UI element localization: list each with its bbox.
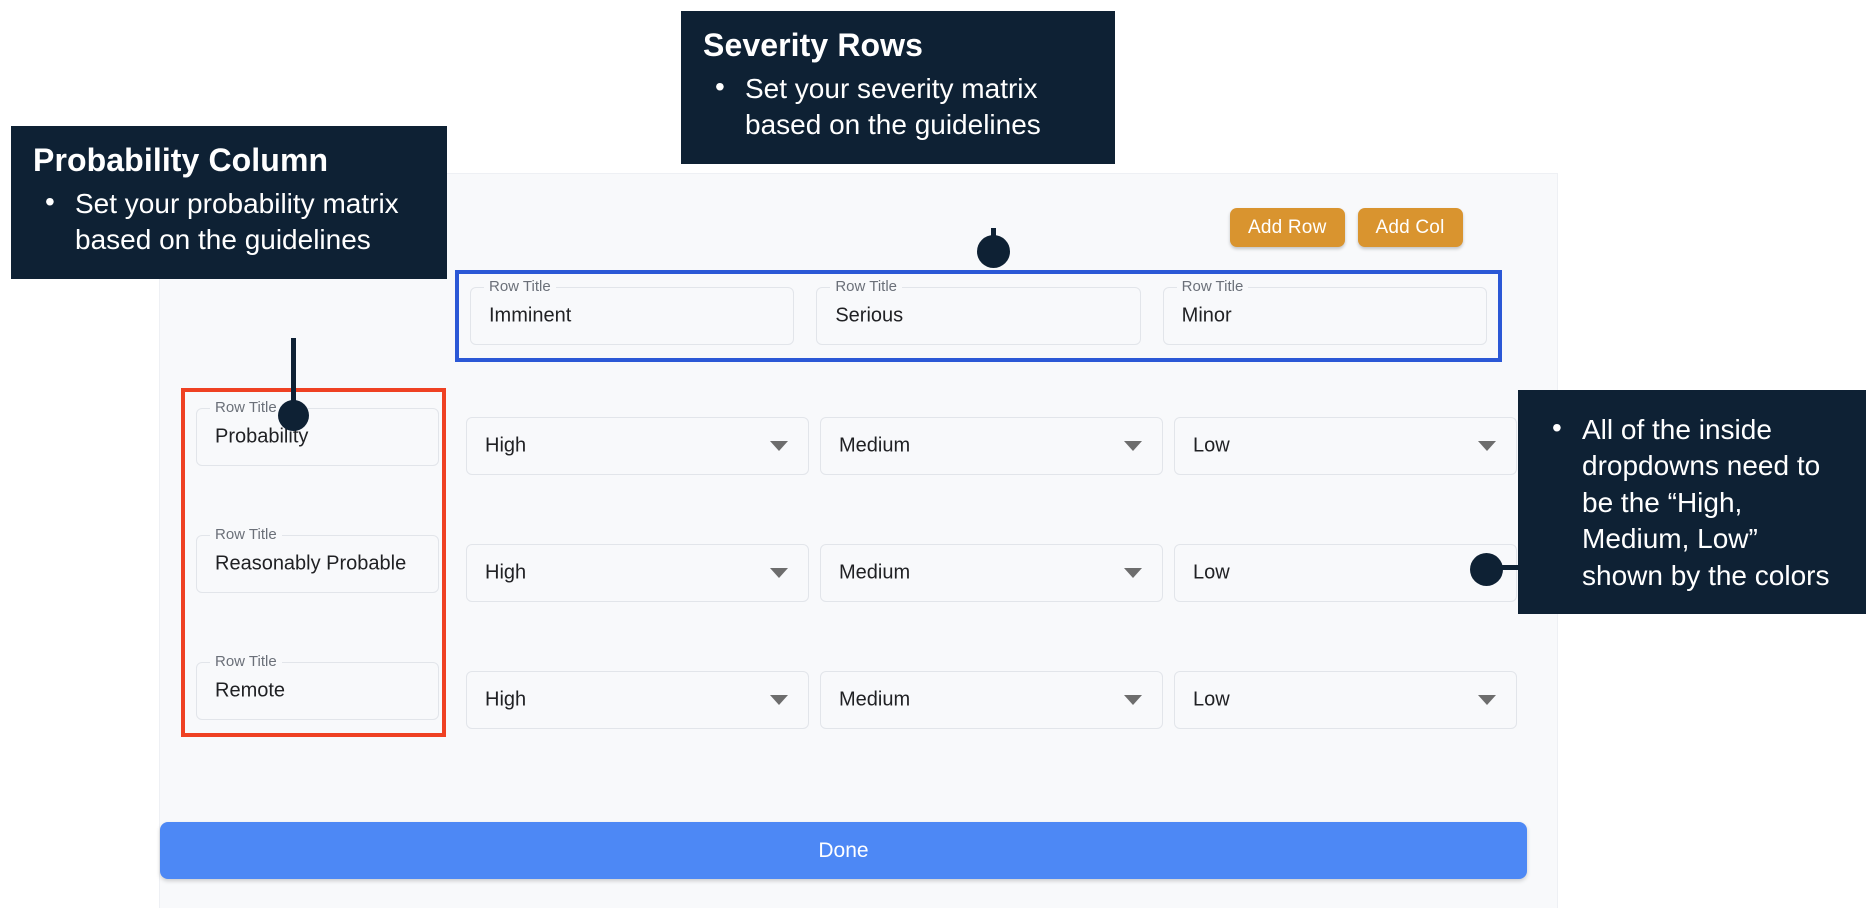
matrix-dropdown-r2c0[interactable]: High <box>466 671 809 729</box>
field-value: Imminent <box>489 305 571 328</box>
chevron-down-icon <box>1124 568 1142 578</box>
severity-row: Row Title Imminent Row Title Serious Row… <box>459 274 1498 358</box>
field-value: Serious <box>835 305 903 328</box>
dropdown-control[interactable]: Low <box>1174 671 1517 729</box>
callout-connector-dot-severity <box>977 235 1010 268</box>
dropdown-value: High <box>485 562 526 585</box>
severity-matrix-group: High Medium Low High Medium Low <box>455 403 1502 737</box>
callout-bullet: Set your probability matrix based on the… <box>33 186 425 259</box>
matrix-dropdown-r1c1[interactable]: Medium <box>820 544 1163 602</box>
chevron-down-icon <box>1124 441 1142 451</box>
field-value: Minor <box>1182 305 1232 328</box>
severity-cell-2: Row Title Minor <box>1152 287 1498 345</box>
severity-columns-group: Row Title Imminent Row Title Serious Row… <box>455 270 1502 362</box>
dropdown-value: Medium <box>839 435 910 458</box>
matrix-dropdown-r0c2[interactable]: Low <box>1174 417 1517 475</box>
dropdown-value: Low <box>1193 562 1230 585</box>
matrix-dropdown-r1c2[interactable]: Low <box>1174 544 1517 602</box>
done-button[interactable]: Done <box>160 822 1527 879</box>
callout-severity-rows: Severity Rows Set your severity matrix b… <box>681 11 1115 164</box>
probability-column-group: Row Title Probability Row Title Reasonab… <box>181 388 446 737</box>
callout-probability-column: Probability Column Set your probability … <box>11 126 447 279</box>
dropdown-value: Medium <box>839 562 910 585</box>
field-value: Remote <box>215 680 285 703</box>
matrix-dropdown-r2c2[interactable]: Low <box>1174 671 1517 729</box>
callout-connector-dot-dropdowns <box>1470 553 1503 586</box>
chevron-down-icon <box>1124 695 1142 705</box>
chevron-down-icon <box>1478 441 1496 451</box>
severity-field-minor[interactable]: Row Title Minor <box>1163 287 1487 345</box>
callout-bullet: All of the inside dropdowns need to be t… <box>1540 412 1846 594</box>
callout-bullet: Set your severity matrix based on the gu… <box>703 71 1093 144</box>
probability-field-reasonably-probable[interactable]: Row Title Reasonably Probable <box>196 535 439 593</box>
dropdown-control[interactable]: High <box>466 417 809 475</box>
dropdown-control[interactable]: Low <box>1174 544 1517 602</box>
severity-field-imminent[interactable]: Row Title Imminent <box>470 287 794 345</box>
field-legend: Row Title <box>1177 279 1249 294</box>
probability-field-remote[interactable]: Row Title Remote <box>196 662 439 720</box>
dropdown-value: Low <box>1193 435 1230 458</box>
matrix-dropdown-r1c0[interactable]: High <box>466 544 809 602</box>
field-legend: Row Title <box>210 654 282 669</box>
severity-cell-0: Row Title Imminent <box>459 287 805 345</box>
callout-bullet-list: Set your probability matrix based on the… <box>33 186 425 259</box>
field-legend: Row Title <box>830 279 902 294</box>
matrix-dropdown-r2c1[interactable]: Medium <box>820 671 1163 729</box>
chevron-down-icon <box>770 695 788 705</box>
dropdown-control[interactable]: Low <box>1174 417 1517 475</box>
add-col-button[interactable]: Add Col <box>1358 208 1463 247</box>
chevron-down-icon <box>770 568 788 578</box>
callout-inside-dropdowns: All of the inside dropdowns need to be t… <box>1518 390 1866 614</box>
dropdown-control[interactable]: High <box>466 671 809 729</box>
add-row-button[interactable]: Add Row <box>1230 208 1345 247</box>
chevron-down-icon <box>1478 695 1496 705</box>
chevron-down-icon <box>770 441 788 451</box>
severity-field-serious[interactable]: Row Title Serious <box>816 287 1140 345</box>
callout-bullet-list: Set your severity matrix based on the gu… <box>703 71 1093 144</box>
field-value: Reasonably Probable <box>215 553 406 576</box>
dropdown-control[interactable]: Medium <box>820 544 1163 602</box>
dropdown-value: High <box>485 435 526 458</box>
severity-cell-1: Row Title Serious <box>805 287 1151 345</box>
field-legend: Row Title <box>210 527 282 542</box>
field-legend: Row Title <box>484 279 556 294</box>
probability-field-probability[interactable]: Row Title Probability <box>196 408 439 466</box>
matrix-dropdown-r0c1[interactable]: Medium <box>820 417 1163 475</box>
callout-connector-dot-probability <box>278 400 309 431</box>
dropdown-control[interactable]: Medium <box>820 417 1163 475</box>
dropdown-control[interactable]: High <box>466 544 809 602</box>
dropdown-value: Low <box>1193 689 1230 712</box>
callout-title: Severity Rows <box>703 27 1093 65</box>
toolbar: Add Row Add Col <box>1230 208 1463 247</box>
dropdown-control[interactable]: Medium <box>820 671 1163 729</box>
matrix-dropdown-r0c0[interactable]: High <box>466 417 809 475</box>
callout-title: Probability Column <box>33 142 425 180</box>
dropdown-value: High <box>485 689 526 712</box>
callout-bullet-list: All of the inside dropdowns need to be t… <box>1540 412 1846 594</box>
field-legend: Row Title <box>210 400 282 415</box>
dropdown-value: Medium <box>839 689 910 712</box>
